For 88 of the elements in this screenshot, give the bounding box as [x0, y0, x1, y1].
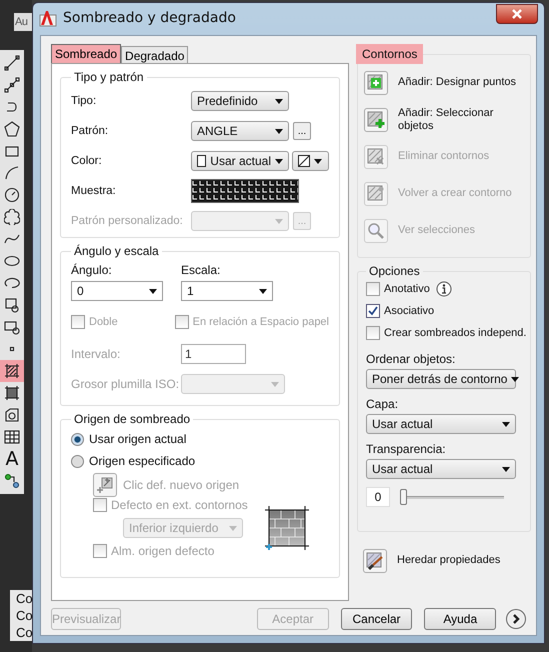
- cloud-icon: [4, 209, 20, 225]
- field-label: Intervalo:: [71, 347, 122, 361]
- degrees-dropdown[interactable]: 0: [71, 281, 163, 301]
- block-icon: [4, 319, 20, 335]
- line-icon: [4, 55, 20, 71]
- origin-preview-drawing: [264, 505, 310, 551]
- table-icon: [4, 429, 20, 445]
- field-label: Tipo:: [71, 95, 98, 107]
- transparency-field[interactable]: 0: [366, 487, 390, 507]
- brush-icon: [366, 552, 384, 570]
- action-label: Añadir: Designar puntos: [398, 76, 516, 89]
- dropdown[interactable]: Usar actual: [366, 414, 516, 434]
- field-label: Transparencia:: [366, 442, 447, 456]
- pick-origin-button[interactable]: [93, 473, 117, 497]
- color-swatch-icon: [197, 155, 206, 167]
- toolbar-tool[interactable]: A: [0, 448, 24, 470]
- hatch-icon: [4, 363, 20, 379]
- action-label: Volver a crear contorno: [398, 187, 512, 200]
- transparency-slider[interactable]: [400, 489, 504, 505]
- group-title: Contornos: [358, 45, 424, 64]
- command-line-text: Co: [16, 607, 34, 624]
- add-selected-icon: [4, 473, 20, 489]
- search-icon: [367, 222, 385, 240]
- window-title: Sombreado y degradado: [63, 10, 236, 26]
- tab[interactable]: Degradado: [121, 46, 188, 63]
- pick-origin-icon: [96, 476, 114, 494]
- close-icon: [511, 9, 523, 19]
- inherit-button[interactable]: [363, 548, 387, 572]
- app-logo-icon: [39, 9, 57, 27]
- field-label: Ángulo:: [71, 263, 113, 277]
- option-checkbox[interactable]: Crear sombreados independ.: [366, 326, 526, 340]
- option-checkbox[interactable]: Anotativo: [366, 282, 430, 296]
- pattern-swatch[interactable]: [191, 179, 299, 203]
- region-icon: [4, 407, 20, 423]
- radio-option[interactable]: Origen especificado: [71, 450, 329, 472]
- command-line-text: Co: [16, 624, 34, 641]
- arc-icon: [4, 165, 20, 181]
- text-tool-glyph: A: [6, 450, 18, 468]
- hatch-square-icon: [367, 74, 385, 92]
- hatch-square-icon: [367, 110, 385, 128]
- action-label: Eliminar contornos: [398, 150, 490, 163]
- info-icon[interactable]: [436, 281, 452, 297]
- action-label: Heredar propiedades: [397, 554, 500, 567]
- no-fill-icon: [298, 155, 310, 167]
- background-color-dropdown[interactable]: [292, 151, 329, 171]
- ellipse-icon: [4, 253, 20, 269]
- command-line-text: Co: [16, 590, 34, 607]
- ribbon-text: Au: [14, 13, 32, 31]
- dropdown[interactable]: ANGLE: [191, 121, 289, 141]
- toolbar-tool[interactable]: [0, 360, 24, 382]
- ellipse-arc-icon: [4, 275, 20, 291]
- field-label: Escala:: [181, 263, 222, 277]
- field-label: Patrón:: [71, 125, 110, 137]
- field-label: Color:: [71, 155, 103, 167]
- dialog-button[interactable]: Ayuda: [424, 608, 496, 630]
- dialog-button[interactable]: Cancelar: [340, 608, 412, 630]
- checkmark-icon: [368, 306, 378, 316]
- group-title: Tipo y patrón: [73, 71, 145, 84]
- color-dropdown[interactable]: Usar actual: [191, 151, 289, 171]
- close-button[interactable]: [496, 4, 538, 24]
- browse-button[interactable]: ...: [293, 122, 311, 140]
- circle-icon: [4, 187, 20, 203]
- field-label: Grosor plumilla ISO:: [71, 377, 180, 391]
- dropdown[interactable]: Predefinido: [191, 91, 289, 111]
- polygon-icon: [4, 121, 20, 137]
- boundary-action-button[interactable]: [364, 70, 388, 94]
- group-title: Origen de sombreado: [73, 413, 192, 426]
- field-label: Ordenar objetos:: [366, 352, 456, 366]
- tab[interactable]: Sombreado: [51, 44, 122, 63]
- gradient-icon: [4, 385, 20, 401]
- insert-icon: [4, 297, 20, 313]
- field-label: Patrón personalizado:: [71, 215, 184, 227]
- action-label: Añadir: Seleccionar objetos: [398, 106, 494, 132]
- field-label: Muestra:: [71, 185, 117, 197]
- hatch-square-icon: [367, 184, 385, 202]
- field-label: Clic def. nuevo origen: [123, 478, 240, 492]
- group-title: Opciones: [368, 265, 421, 278]
- dropdown[interactable]: Poner detrás de contorno: [366, 369, 516, 389]
- action-label: Ver selecciones: [398, 224, 476, 237]
- hatch-square-icon: [367, 148, 385, 166]
- option-checkbox[interactable]: Asociativo: [366, 304, 434, 318]
- dropdown[interactable]: Usar actual: [366, 459, 516, 479]
- scale-dropdown[interactable]: 1: [181, 281, 273, 301]
- dimension-icon: [4, 77, 20, 93]
- boundary-action-button[interactable]: [364, 108, 388, 132]
- chevron-right-icon: [510, 613, 522, 625]
- radio-option[interactable]: Usar origen actual: [71, 428, 329, 450]
- field-label: Capa:: [366, 397, 400, 411]
